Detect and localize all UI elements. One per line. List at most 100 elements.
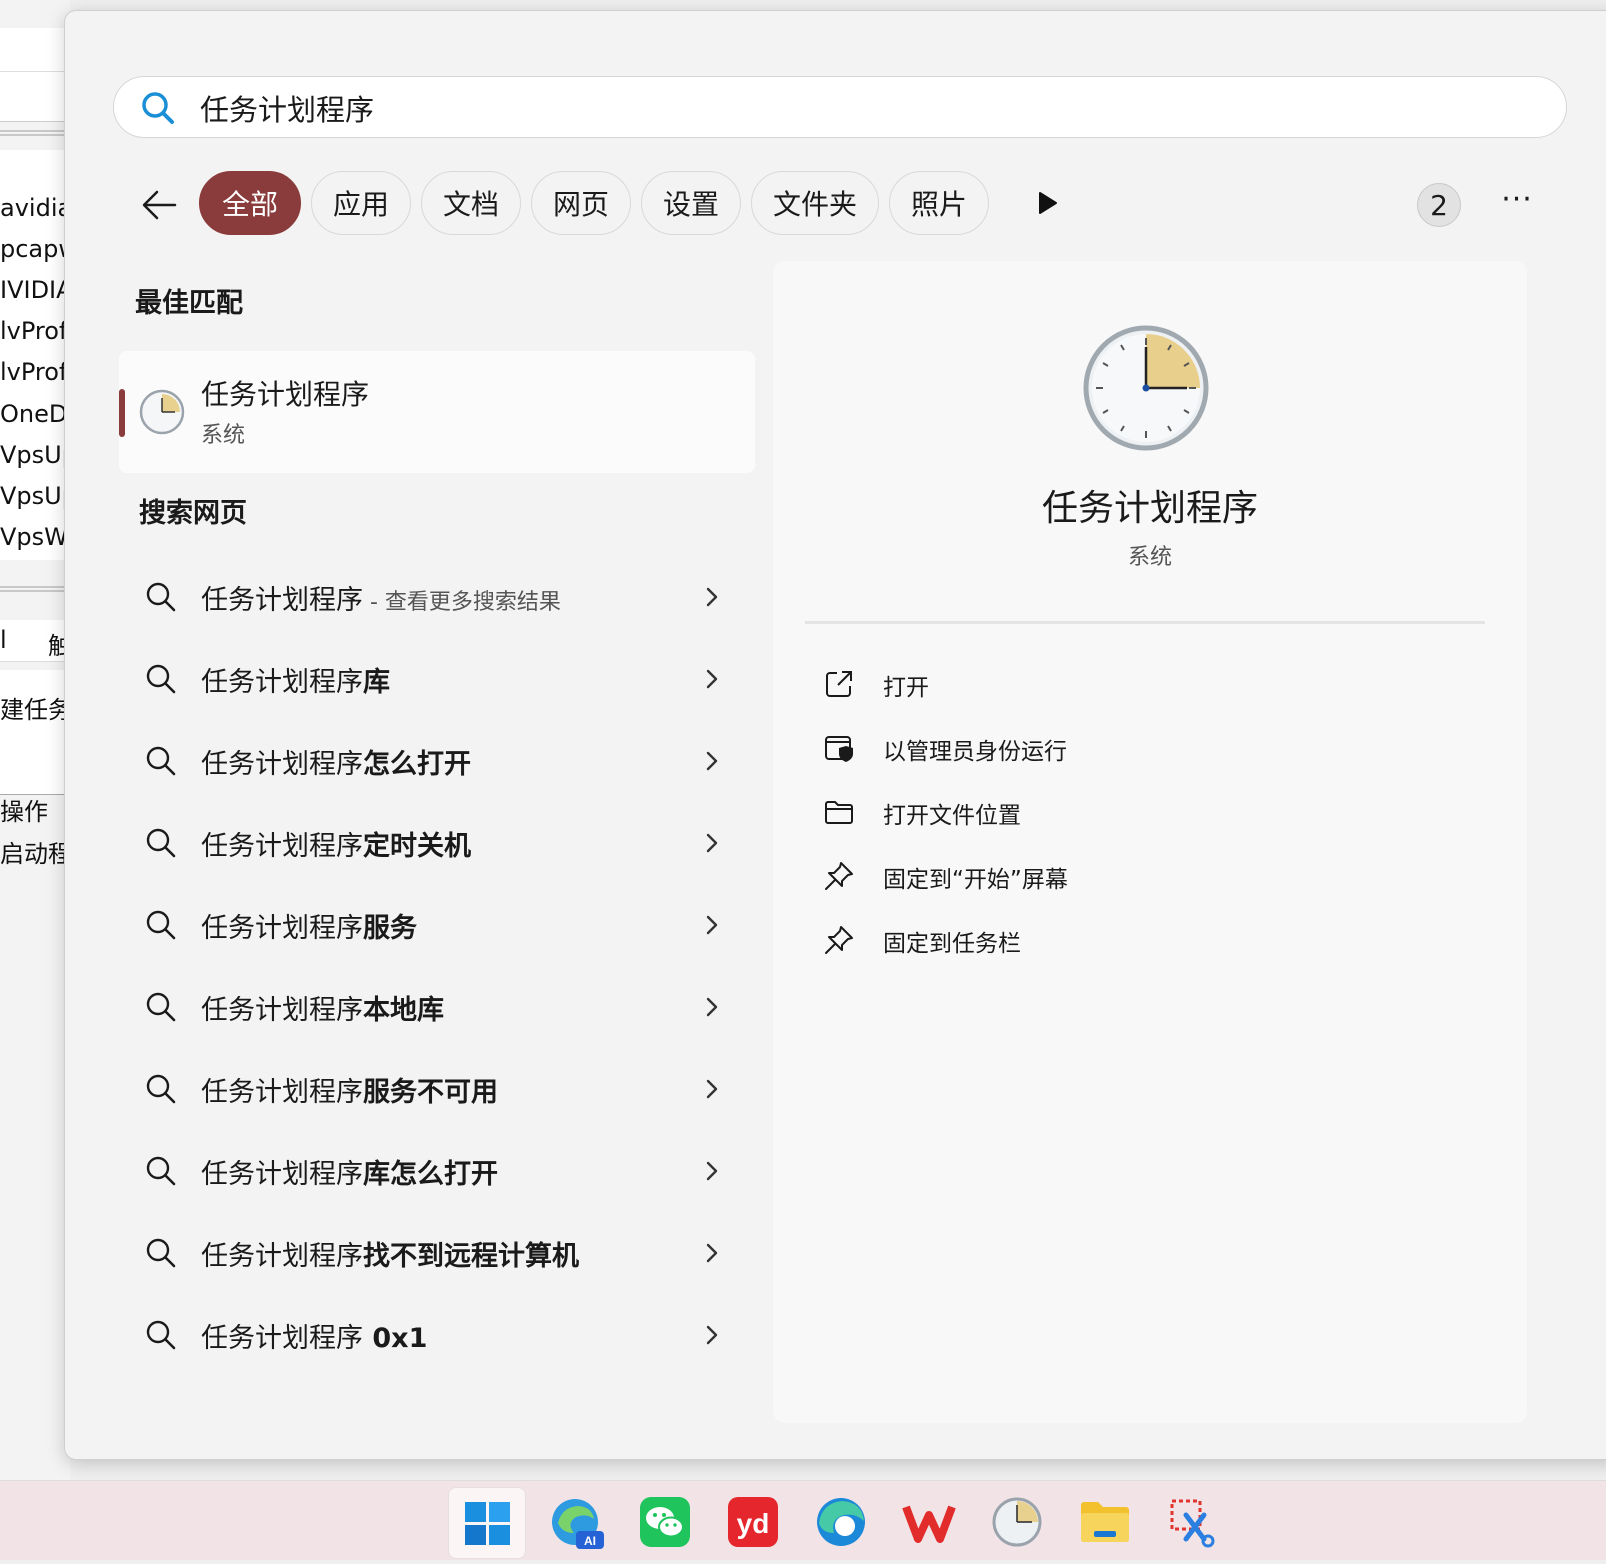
pin-to-start-action[interactable]: 固定到“开始”屏幕 [823,848,1423,904]
bg-column-header: l 触 [0,620,70,662]
tab-photos[interactable]: 照片 [889,171,989,235]
web-result-item[interactable]: 任务计划程序 0x1 [119,1294,755,1376]
result-query: 任务计划程序 [201,913,363,944]
wps-icon [902,1505,956,1543]
bg-list-item[interactable]: VpsUp [0,441,70,469]
edge-ai-taskbar-button[interactable]: AI [548,1493,606,1551]
web-result-item[interactable]: 任务计划程序找不到远程计算机 [119,1212,755,1294]
search-icon [146,1156,176,1186]
bg-list-item[interactable]: IVIDIA [0,276,70,304]
action-label: 打开 [883,675,929,701]
start-search-panel: 全部 应用 文档 网页 设置 文件夹 照片 2 ··· 最佳匹配 任务计划程序 … [64,10,1606,1460]
wps-taskbar-button[interactable] [900,1493,958,1551]
web-search-heading: 搜索网页 [139,498,247,529]
background-window: avidia pcapw IVIDIA lvProfi lvProfi OneD… [0,0,70,1480]
result-suggestion: 本地库 [363,995,444,1026]
bg-list-item[interactable]: VpsWa [0,523,70,551]
open-action[interactable]: 打开 [823,656,1423,712]
bg-ops-label: 操作 [0,798,48,826]
bg-list-item[interactable]: lvProfi [0,317,70,345]
bg-col-label[interactable]: l [0,626,7,654]
pin-icon [825,926,853,954]
best-match-title: 任务计划程序 [201,378,370,411]
more-options-icon[interactable]: ··· [1497,185,1537,225]
search-icon [146,910,176,940]
search-box[interactable] [113,76,1567,138]
best-match-heading: 最佳匹配 [135,288,243,319]
divider [805,621,1485,624]
task-scheduler-icon [992,1497,1042,1547]
bg-splitter[interactable] [0,586,70,592]
tab-folders[interactable]: 文件夹 [751,171,879,235]
tab-documents[interactable]: 文档 [421,171,521,235]
bg-list-item[interactable]: lvProfi [0,358,70,386]
result-query: 任务计划程序 [201,1323,363,1354]
tab-all[interactable]: 全部 [199,171,301,235]
result-suggestion: 找不到远程计算机 [363,1241,579,1272]
action-label: 以管理员身份运行 [883,739,1067,765]
result-suggestion: 库怎么打开 [363,1159,498,1190]
result-query: 任务计划程序 [201,995,363,1026]
search-icon [146,664,176,694]
web-result-item[interactable]: 任务计划程序服务 [119,884,755,966]
web-result-item[interactable]: 任务计划程序 - 查看更多搜索结果 [119,556,755,638]
chevron-right-icon [706,669,718,689]
rewards-badge[interactable]: 2 [1417,183,1461,227]
edge-ai-icon: AI [552,1499,604,1549]
result-query: 任务计划程序 [201,1159,363,1190]
action-label: 固定到任务栏 [883,931,1021,957]
wechat-taskbar-button[interactable] [636,1493,694,1551]
web-result-item[interactable]: 任务计划程序服务不可用 [119,1048,755,1130]
selection-indicator [119,389,125,437]
detail-app-type: 系统 [1127,545,1172,570]
web-result-item[interactable]: 任务计划程序定时关机 [119,802,755,884]
chevron-right-icon [706,1243,718,1263]
tab-settings[interactable]: 设置 [641,171,741,235]
web-result-item[interactable]: 任务计划程序库怎么打开 [119,1130,755,1212]
result-query: 任务计划程序 [201,831,363,862]
search-input[interactable] [198,85,1498,131]
bg-list-item[interactable]: avidia [0,194,70,222]
pin-icon [825,862,853,890]
task-scheduler-taskbar-button[interactable] [988,1493,1046,1551]
bg-splitter[interactable] [0,130,70,136]
chevron-right-icon [706,1079,718,1099]
bg-list-item[interactable]: VpsUp [0,482,70,510]
tab-apps[interactable]: 应用 [311,171,411,235]
result-more-text: - 查看更多搜索结果 [363,590,561,615]
best-match-result[interactable]: 任务计划程序 系统 [119,351,755,473]
edge-taskbar-button[interactable] [812,1493,870,1551]
more-filters-icon[interactable] [1031,187,1063,219]
open-file-location-action[interactable]: 打开文件位置 [823,784,1423,840]
snipping-tool-taskbar-button[interactable] [1164,1493,1222,1551]
tab-web[interactable]: 网页 [531,171,631,235]
best-match-subtitle: 系统 [201,423,246,448]
result-query: 任务计划程序 [201,667,363,698]
run-as-admin-action[interactable]: 以管理员身份运行 [823,720,1423,776]
folder-icon [825,801,853,824]
bg-actions-panel: 建任务 [0,670,70,795]
snipping-tool-icon [1170,1499,1215,1548]
youdao-taskbar-button[interactable]: yd [724,1493,782,1551]
back-arrow-icon[interactable] [137,183,181,227]
chevron-right-icon [706,1161,718,1181]
task-scheduler-icon [1083,325,1209,451]
result-suggestion: 定时关机 [363,831,471,862]
web-result-item[interactable]: 任务计划程序怎么打开 [119,720,755,802]
search-icon [146,992,176,1022]
chevron-right-icon [706,915,718,935]
bg-list-item[interactable]: pcapw [0,235,70,263]
bg-new-task[interactable]: 建任务 [0,690,70,725]
bg-toolbar [0,28,70,72]
bg-list-item[interactable]: OneDri [0,400,70,428]
web-result-item[interactable]: 任务计划程序库 [119,638,755,720]
file-explorer-taskbar-button[interactable] [1076,1493,1134,1551]
shield-window-icon [825,736,853,762]
start-button[interactable] [448,1487,526,1559]
web-result-item[interactable]: 任务计划程序本地库 [119,966,755,1048]
chevron-right-icon [706,833,718,853]
bg-toolbar-2 [0,72,70,122]
bg-launch-label[interactable]: 启动程序 [0,834,70,869]
search-icon [146,582,176,612]
pin-to-taskbar-action[interactable]: 固定到任务栏 [823,912,1423,968]
